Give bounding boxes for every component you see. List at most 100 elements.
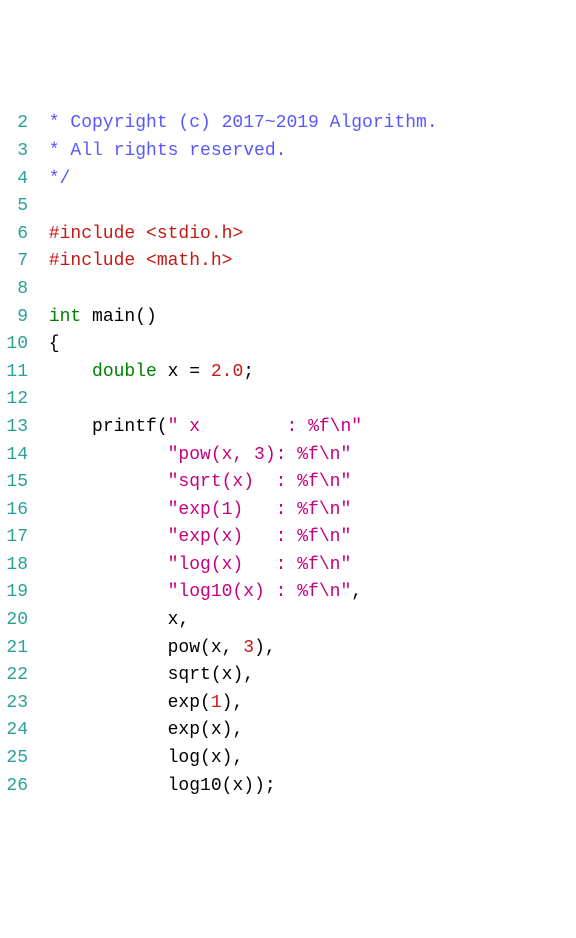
token: "exp(1) : %f\n" xyxy=(168,500,352,520)
code-line: 23 exp(1), xyxy=(0,690,576,718)
token: )); xyxy=(243,776,275,796)
code-content: "sqrt(x) : %f\n" xyxy=(28,469,351,497)
token: 3 xyxy=(243,638,254,658)
line-number: 12 xyxy=(0,386,28,414)
token: <stdio.h> xyxy=(146,224,243,244)
code-content: "exp(1) : %f\n" xyxy=(28,497,351,525)
token: ( xyxy=(222,776,233,796)
line-number: 10 xyxy=(0,331,28,359)
token: "log(x) : %f\n" xyxy=(168,555,352,575)
token xyxy=(38,638,168,658)
token: "sqrt(x) : %f\n" xyxy=(168,472,352,492)
code-line: 13 printf(" x : %f\n" xyxy=(0,414,576,442)
line-number: 14 xyxy=(0,442,28,470)
code-line: 12 xyxy=(0,386,576,414)
code-content: log10(x)); xyxy=(28,773,276,801)
line-number: 21 xyxy=(0,635,28,663)
line-number: 7 xyxy=(0,248,28,276)
token: log xyxy=(168,748,200,768)
token: 2.0 xyxy=(211,362,243,382)
token xyxy=(38,472,168,492)
token: sqrt xyxy=(168,665,211,685)
token xyxy=(38,307,49,327)
token xyxy=(38,693,168,713)
code-line: 21 pow(x, 3), xyxy=(0,635,576,663)
token: * All rights reserved. xyxy=(38,141,286,161)
line-number: 24 xyxy=(0,717,28,745)
code-content: #include <stdio.h> xyxy=(28,221,243,249)
token: ), xyxy=(222,748,244,768)
code-editor: 2 * Copyright (c) 2017~2019 Algorithm.3 … xyxy=(0,110,576,800)
code-content: printf(" x : %f\n" xyxy=(28,414,362,442)
token: x xyxy=(211,720,222,740)
code-content: x, xyxy=(28,607,189,635)
code-line: 6 #include <stdio.h> xyxy=(0,221,576,249)
code-line: 2 * Copyright (c) 2017~2019 Algorithm. xyxy=(0,110,576,138)
token: "exp(x) : %f\n" xyxy=(168,527,352,547)
token: pow xyxy=(168,638,200,658)
token: x xyxy=(222,665,233,685)
line-number: 25 xyxy=(0,745,28,773)
token xyxy=(81,307,92,327)
line-number: 16 xyxy=(0,497,28,525)
line-number: 13 xyxy=(0,414,28,442)
token: () xyxy=(135,307,157,327)
code-line: 10 { xyxy=(0,331,576,359)
token: ( xyxy=(157,417,168,437)
code-line: 5 xyxy=(0,193,576,221)
code-line: 14 "pow(x, 3): %f\n" xyxy=(0,442,576,470)
code-line: 8 xyxy=(0,276,576,304)
line-number: 2 xyxy=(0,110,28,138)
code-line: 24 exp(x), xyxy=(0,717,576,745)
line-number: 5 xyxy=(0,193,28,221)
token: ), xyxy=(232,665,254,685)
code-line: 26 log10(x)); xyxy=(0,773,576,801)
token: #include xyxy=(38,251,146,271)
token: printf xyxy=(92,417,157,437)
token: ( xyxy=(211,665,222,685)
token: "log10(x) : %f\n" xyxy=(168,582,352,602)
code-line: 11 double x = 2.0; xyxy=(0,359,576,387)
token: , xyxy=(351,582,362,602)
code-content: int main() xyxy=(28,304,157,332)
code-content: #include <math.h> xyxy=(28,248,232,276)
line-number: 15 xyxy=(0,469,28,497)
code-line: 15 "sqrt(x) : %f\n" xyxy=(0,469,576,497)
line-number: 26 xyxy=(0,773,28,801)
line-number: 9 xyxy=(0,304,28,332)
token: int xyxy=(49,307,81,327)
token xyxy=(38,527,168,547)
line-number: 4 xyxy=(0,166,28,194)
code-content: sqrt(x), xyxy=(28,662,254,690)
token xyxy=(38,776,168,796)
token: * Copyright (c) 2017~2019 Algorithm. xyxy=(38,113,438,133)
code-content: "exp(x) : %f\n" xyxy=(28,524,351,552)
token: ), xyxy=(222,720,244,740)
code-content: "pow(x, 3): %f\n" xyxy=(28,442,351,470)
line-number: 11 xyxy=(0,359,28,387)
line-number: 3 xyxy=(0,138,28,166)
token: */ xyxy=(38,169,70,189)
token xyxy=(38,748,168,768)
code-line: 3 * All rights reserved. xyxy=(0,138,576,166)
token: 1 xyxy=(211,693,222,713)
code-content: pow(x, 3), xyxy=(28,635,276,663)
line-number: 19 xyxy=(0,579,28,607)
code-line: 20 x, xyxy=(0,607,576,635)
token: ), xyxy=(222,693,244,713)
token xyxy=(38,555,168,575)
token: x xyxy=(232,776,243,796)
code-line: 16 "exp(1) : %f\n" xyxy=(0,497,576,525)
token: double xyxy=(92,362,157,382)
token xyxy=(38,720,168,740)
token: exp xyxy=(168,693,200,713)
token: " x : %f\n" xyxy=(168,417,362,437)
code-line: 7 #include <math.h> xyxy=(0,248,576,276)
token xyxy=(157,362,168,382)
token: #include xyxy=(38,224,146,244)
token: ( xyxy=(200,720,211,740)
line-number: 23 xyxy=(0,690,28,718)
token xyxy=(38,362,92,382)
token: ; xyxy=(243,362,254,382)
token: log10 xyxy=(168,776,222,796)
